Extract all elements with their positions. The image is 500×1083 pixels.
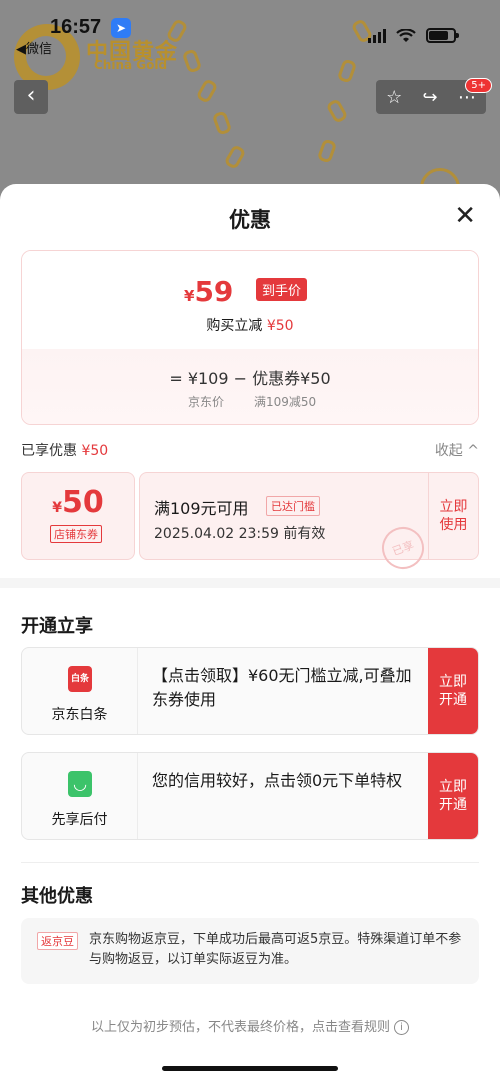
jingdou-rebate-box: 返京豆 京东购物返京豆，下单成功后最高可返5京豆。特殊渠道订单不参与购物返豆，以… <box>21 918 479 984</box>
open-baitiao-button[interactable]: 立即开通 <box>428 648 478 734</box>
footnote-text: 以上仅为初步预估，不代表最终价格，点击查看规则 <box>90 1020 390 1035</box>
xianxiang-icon-column: ◡ 先享后付 <box>22 753 138 839</box>
coupon-expiry: 2025.04.02 23:59 前有效 <box>154 526 326 542</box>
open-xianxiang-button[interactable]: 立即开通 <box>428 753 478 839</box>
baitiao-icon-column: 白条 京东白条 <box>22 648 138 734</box>
status-time: 16:57 <box>50 16 102 38</box>
price-top: ¥59 到手价 购买立减 ¥50 <box>22 251 478 349</box>
baitiao-icon: 白条 <box>68 666 92 692</box>
price-summary-card: ¥59 到手价 购买立减 ¥50 = ¥109 − 优惠券¥50 京东价 满10… <box>21 250 479 425</box>
coupon-deduction: 优惠券¥50 <box>252 369 331 388</box>
instant-discount: 购买立减 ¥50 <box>22 315 478 335</box>
coupon-details: 满109元可用 已达门槛 2025.04.02 23:59 前有效 已享 <box>139 472 430 575</box>
enjoyed-amount: ¥50 <box>81 443 109 459</box>
chain-link <box>211 110 233 136</box>
instant-label: 购买立减 <box>206 318 263 334</box>
threshold-reached-tag: 已达门槛 <box>266 496 320 516</box>
baitiao-card: 白条 京东白条 【点击领取】¥60无门槛立减,可叠加东券使用 立即开通 <box>21 647 479 735</box>
coupon-amount-value: 50 <box>62 485 104 520</box>
product-background: 中国黄金 China Gold 16:57 ➤ ◀微信 ‹ ☆ ↪ ⋯ 5+ <box>0 0 500 210</box>
jingdou-rebate-text: 京东购物返京豆，下单成功后最高可返5京豆。特殊渠道订单不参与购物返豆，以订单实际… <box>89 932 462 967</box>
formula-minus: − <box>233 369 248 388</box>
final-price-tag: 到手价 <box>256 278 308 301</box>
coupon-type-tag: 店铺东券 <box>50 525 102 543</box>
info-icon: i <box>394 1020 409 1035</box>
use-coupon-button[interactable]: 立即使用 <box>429 472 479 560</box>
original-price-label: 京东价 <box>188 395 225 409</box>
chain-link <box>336 58 358 84</box>
chain-link <box>325 97 349 125</box>
back-to-wechat[interactable]: ◀微信 <box>16 38 52 57</box>
cellular-signal-icon <box>368 28 386 43</box>
chain-link <box>195 77 219 105</box>
favorite-star-icon[interactable]: ☆ <box>386 87 402 108</box>
chain-link <box>316 138 338 164</box>
currency-symbol: ¥ <box>184 287 195 305</box>
coupon-amount: ¥50 <box>22 485 134 520</box>
battery-icon <box>426 28 459 43</box>
enjoyed-label: 已享优惠 <box>21 443 77 459</box>
enjoyed-stamp: 已享 <box>376 521 430 575</box>
brand-name-en: China Gold <box>94 58 168 72</box>
original-price: ¥109 <box>187 369 229 388</box>
back-button[interactable]: ‹ <box>14 80 48 114</box>
jingdou-tag: 返京豆 <box>37 932 78 950</box>
collapse-toggle[interactable]: 收起 ^ <box>435 440 479 460</box>
formula-equals: = <box>169 369 183 388</box>
final-price-value: 59 <box>194 275 234 308</box>
home-indicator[interactable] <box>162 1066 338 1071</box>
baitiao-label: 京东白条 <box>51 707 108 723</box>
close-icon[interactable]: ✕ <box>454 203 476 229</box>
coupon-condition: 满109元可用 <box>154 499 249 518</box>
open-section-title: 开通立享 <box>21 616 93 637</box>
divider <box>21 862 479 863</box>
final-price: ¥59 <box>184 275 233 308</box>
section-gap <box>0 578 500 588</box>
other-section-title: 其他优惠 <box>21 886 93 907</box>
xianxiang-offer-text: 您的信用较好，点击领0元下单特权 <box>152 771 403 790</box>
message-badge: 5+ <box>465 78 492 93</box>
status-icons <box>368 28 459 43</box>
xianxiang-card: ◡ 先享后付 您的信用较好，点击领0元下单特权 立即开通 <box>21 752 479 840</box>
chain-link <box>181 48 203 74</box>
xianxiang-label: 先享后付 <box>51 812 108 828</box>
price-formula: = ¥109 − 优惠券¥50 京东价 满109减50 <box>22 349 478 424</box>
store-coupon: ¥50 店铺东券 满109元可用 已达门槛 2025.04.02 23:59 前… <box>21 472 479 575</box>
discount-sheet: 优惠 ✕ ¥59 到手价 购买立减 ¥50 = ¥109 − 优惠券¥50 京东… <box>0 184 500 1083</box>
rules-link[interactable]: 以上仅为初步预估，不代表最终价格，点击查看规则 i <box>0 1016 500 1035</box>
sheet-title: 优惠 <box>229 208 271 232</box>
location-arrow-icon: ➤ <box>111 18 131 38</box>
formula-line: = ¥109 − 优惠券¥50 <box>22 365 478 389</box>
enjoyed-discount: 已享优惠 ¥50 <box>21 440 108 460</box>
baitiao-offer-text: 【点击领取】¥60无门槛立减,可叠加东券使用 <box>152 666 412 709</box>
coupon-rule-label: 满109减50 <box>254 395 317 409</box>
chain-link <box>223 143 247 171</box>
shopping-bag-icon: ◡ <box>68 771 92 797</box>
coupon-currency: ¥ <box>52 500 62 516</box>
coupon-amount-panel: ¥50 店铺东券 <box>21 472 135 560</box>
instant-amount: ¥50 <box>266 318 294 334</box>
share-icon[interactable]: ↪ <box>423 87 438 108</box>
wifi-icon <box>396 28 416 42</box>
